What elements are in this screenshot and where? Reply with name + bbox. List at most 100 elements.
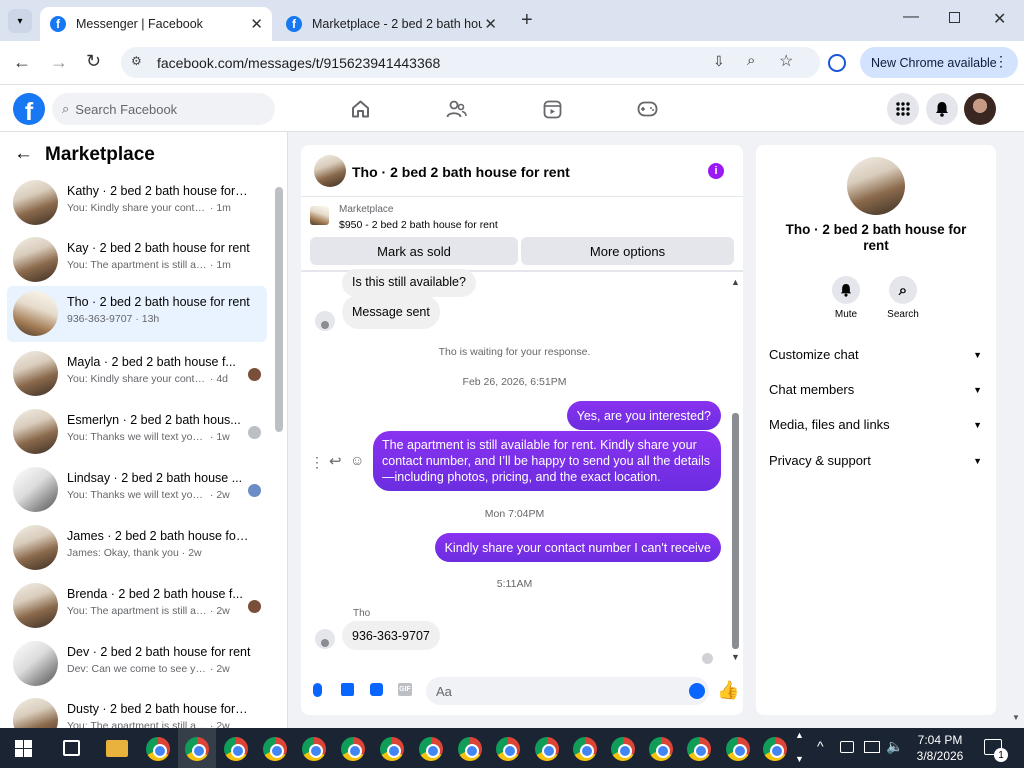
minimize-icon[interactable]: — — [903, 8, 919, 26]
back-arrow-icon[interactable]: ← — [14, 143, 33, 165]
chrome-taskbar-icon[interactable] — [185, 737, 209, 761]
gif-icon[interactable]: GIF — [398, 683, 412, 696]
incoming-message[interactable]: Message sent — [342, 295, 440, 329]
new-tab-icon[interactable]: + — [521, 9, 533, 32]
voice-clip-icon[interactable] — [313, 683, 322, 697]
chrome-taskbar-icon[interactable] — [380, 737, 404, 761]
chrome-taskbar-icon[interactable] — [496, 737, 520, 761]
video-icon[interactable] — [543, 100, 562, 119]
conversation-item[interactable]: Tho · 2 bed 2 bath house for rent 936-363… — [7, 286, 267, 342]
chrome-taskbar-icon[interactable] — [302, 737, 326, 761]
notifications-bell-icon[interactable] — [926, 93, 958, 125]
new-chrome-button[interactable]: New Chrome available ⋮ — [860, 47, 1018, 78]
back-icon[interactable]: ← — [13, 52, 31, 73]
chrome-taskbar-icon[interactable] — [146, 737, 170, 761]
chat-members-row[interactable]: Chat members ▼ — [769, 382, 982, 397]
tab-marketplace[interactable]: f Marketplace - 2 bed 2 bath hou ✕ — [276, 7, 506, 41]
like-thumb-icon[interactable]: 👍 — [717, 680, 739, 701]
facebook-logo-icon[interactable]: f — [13, 93, 45, 125]
tray-overflow-icon[interactable]: ^ — [817, 738, 824, 754]
conversation-item[interactable]: Esmerlyn · 2 bed 2 bath hous... You: Than… — [7, 404, 267, 460]
incoming-message[interactable]: 936-363-9707 — [342, 621, 440, 650]
mark-as-sold-button[interactable]: Mark as sold — [310, 237, 518, 265]
chrome-taskbar-icon[interactable] — [419, 737, 443, 761]
chrome-taskbar-icon[interactable] — [649, 737, 673, 761]
facebook-search-input[interactable]: ⌕ Search Facebook — [52, 93, 275, 125]
home-icon[interactable] — [351, 100, 370, 118]
taskbar-scroll-up-icon[interactable]: ▲ — [795, 730, 804, 740]
taskbar-scroll-down-icon[interactable]: ▼ — [795, 754, 804, 764]
scroll-down-icon[interactable]: ▼ — [731, 652, 740, 662]
outgoing-message[interactable]: Kindly share your contact number I can't… — [434, 533, 721, 562]
site-info-icon[interactable]: ⚙ — [131, 54, 142, 68]
chrome-taskbar-icon[interactable] — [726, 737, 750, 761]
sender-avatar[interactable] — [315, 311, 335, 331]
system-clock[interactable]: 7:04 PM 3/8/2026 — [910, 732, 970, 764]
chrome-taskbar-icon[interactable] — [224, 737, 248, 761]
reload-icon[interactable]: ↻ — [86, 51, 101, 72]
chrome-taskbar-icon[interactable] — [573, 737, 597, 761]
zoom-icon[interactable]: ⌕ — [747, 52, 755, 69]
listing-text[interactable]: $950 - 2 bed 2 bath house for rent — [339, 219, 498, 231]
url-field[interactable]: ⚙ facebook.com/messages/t/91562394144336… — [121, 47, 820, 78]
info-icon[interactable]: i — [708, 163, 724, 179]
task-view-icon[interactable] — [63, 740, 80, 756]
list-scrollbar[interactable] — [275, 187, 283, 432]
conversation-item[interactable]: James · 2 bed 2 bath house for ... James:… — [7, 520, 267, 576]
bookmark-star-icon[interactable]: ☆ — [779, 51, 793, 71]
outgoing-message[interactable]: The apartment is still available for ren… — [373, 431, 721, 491]
sticker-icon[interactable] — [370, 683, 383, 696]
more-options-button[interactable]: More options — [521, 237, 734, 265]
network-icon[interactable] — [864, 741, 880, 753]
chat-header-title[interactable]: Tho · 2 bed 2 bath house for rent — [352, 164, 570, 180]
profile-icon[interactable] — [828, 54, 846, 72]
forward-icon[interactable]: → — [50, 52, 68, 73]
file-explorer-icon[interactable] — [106, 740, 128, 757]
page-scroll-down-icon[interactable]: ▼ — [1012, 713, 1020, 722]
listing-thumbnail[interactable] — [310, 206, 329, 225]
customize-chat-row[interactable]: Customize chat ▼ — [769, 347, 982, 362]
restore-icon[interactable] — [949, 12, 960, 23]
chrome-taskbar-icon[interactable] — [763, 737, 787, 761]
install-icon[interactable]: ⇩ — [713, 53, 725, 70]
tab-messenger[interactable]: f Messenger | Facebook ✕ — [40, 7, 272, 41]
message-input[interactable]: Aa — [426, 677, 709, 705]
chrome-taskbar-icon[interactable] — [458, 737, 482, 761]
chrome-taskbar-icon[interactable] — [263, 737, 287, 761]
emoji-icon[interactable] — [689, 683, 705, 699]
outgoing-message[interactable]: Yes, are you interested? — [566, 401, 721, 430]
volume-icon[interactable]: 🔈 — [886, 738, 903, 755]
conversation-item[interactable]: Kathy · 2 bed 2 bath house for r... You: … — [7, 175, 267, 231]
menu-grid-icon[interactable] — [887, 93, 919, 125]
close-tab-icon[interactable]: ✕ — [250, 15, 263, 33]
reply-icon[interactable]: ↩ — [329, 452, 342, 470]
conversation-item[interactable]: Mayla · 2 bed 2 bath house f... You: Kind… — [7, 346, 267, 402]
account-avatar[interactable] — [964, 93, 996, 125]
react-emoji-icon[interactable]: ☺ — [350, 452, 364, 468]
menu-dots-icon[interactable]: ⋮ — [994, 53, 1008, 70]
conversation-item[interactable]: Kay · 2 bed 2 bath house for rent You: Th… — [7, 232, 267, 288]
media-files-row[interactable]: Media, files and links ▼ — [769, 417, 982, 432]
meet-now-icon[interactable] — [840, 741, 854, 753]
attach-photo-icon[interactable] — [341, 683, 354, 696]
scroll-up-icon[interactable]: ▲ — [731, 277, 740, 287]
conversation-item[interactable]: Lindsay · 2 bed 2 bath house ... You: Tha… — [7, 462, 267, 518]
privacy-support-row[interactable]: Privacy & support ▼ — [769, 453, 982, 468]
chrome-taskbar-icon[interactable] — [535, 737, 559, 761]
message-more-icon[interactable]: ⋮ — [310, 454, 324, 471]
conversation-item[interactable]: Dusty · 2 bed 2 bath house for r... You: … — [7, 693, 267, 728]
chrome-taskbar-icon[interactable] — [341, 737, 365, 761]
listing-avatar[interactable] — [847, 157, 905, 215]
close-window-icon[interactable]: ✕ — [993, 9, 1006, 29]
tab-search-button[interactable]: ▾ — [8, 9, 32, 33]
chat-scrollbar[interactable] — [732, 413, 739, 649]
gaming-icon[interactable] — [637, 101, 658, 117]
chrome-taskbar-icon[interactable] — [687, 737, 711, 761]
sender-avatar[interactable] — [315, 629, 335, 649]
chrome-taskbar-icon[interactable] — [611, 737, 635, 761]
conversation-item[interactable]: Brenda · 2 bed 2 bath house f... You: The… — [7, 578, 267, 634]
incoming-message[interactable]: Is this still available? — [342, 269, 476, 297]
mute-button[interactable] — [832, 276, 860, 304]
chat-header-avatar[interactable] — [314, 155, 346, 187]
conversation-item[interactable]: Dev · 2 bed 2 bath house for rent Dev: Ca… — [7, 636, 267, 692]
